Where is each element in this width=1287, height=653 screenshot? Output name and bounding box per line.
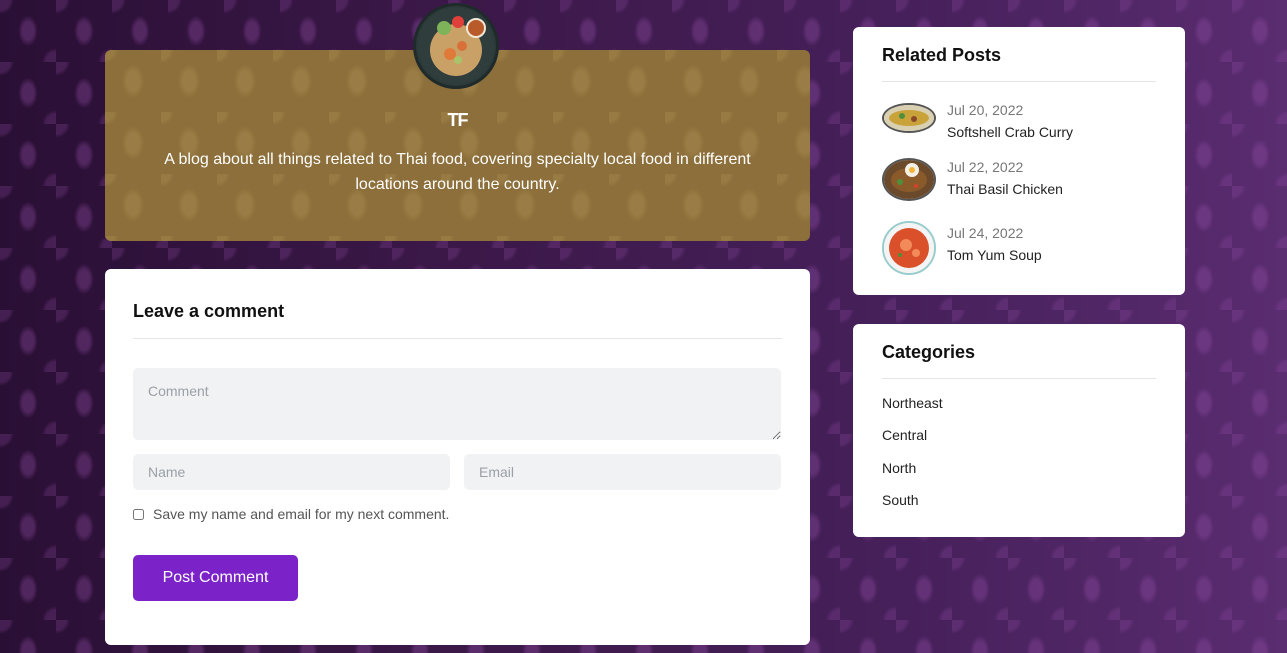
author-bio: A blog about all things related to Thai … <box>164 151 751 193</box>
post-title[interactable]: Softshell Crab Curry <box>947 123 1073 141</box>
comment-textarea[interactable] <box>133 368 781 440</box>
save-info-checkbox[interactable] <box>133 508 144 520</box>
related-post-item[interactable]: Jul 24, 2022 Tom Yum Soup <box>882 221 1042 275</box>
divider <box>133 338 782 339</box>
author-avatar <box>413 3 499 89</box>
post-thumbnail[interactable] <box>882 221 936 275</box>
post-date: Jul 24, 2022 <box>947 225 1024 241</box>
author-card: TF A blog about all things related to Th… <box>105 3 810 241</box>
related-posts-title: Related Posts <box>882 45 1002 65</box>
category-link-northeast[interactable]: Northeast <box>882 395 943 411</box>
basil-chicken-image-icon <box>884 160 934 199</box>
email-input[interactable] <box>464 454 781 490</box>
related-posts-card: Related Posts Jul 20, 2022 Softshell Cra… <box>853 27 1185 295</box>
related-post-item[interactable]: Jul 20, 2022 Softshell Crab Curry <box>882 101 1073 141</box>
comment-form-title: Leave a comment <box>133 301 285 321</box>
categories-card: Categories Northeast Central North South <box>853 324 1185 537</box>
category-link-north[interactable]: North <box>882 460 916 476</box>
post-title[interactable]: Tom Yum Soup <box>947 246 1042 264</box>
author-name: TF <box>447 110 469 130</box>
fried-rice-plate-icon <box>418 8 494 84</box>
post-thumbnail[interactable] <box>882 158 936 201</box>
save-info-label: Save my name and email for my next comme… <box>153 506 450 522</box>
divider <box>882 81 1156 82</box>
post-thumbnail[interactable] <box>882 103 936 133</box>
tom-yum-soup-image-icon <box>884 223 934 273</box>
category-link-central[interactable]: Central <box>882 427 927 443</box>
category-link-south[interactable]: South <box>882 492 919 508</box>
name-input[interactable] <box>133 454 450 490</box>
crab-curry-image-icon <box>884 105 934 131</box>
related-post-item[interactable]: Jul 22, 2022 Thai Basil Chicken <box>882 158 1063 201</box>
post-date: Jul 22, 2022 <box>947 159 1024 175</box>
categories-title: Categories <box>882 342 976 362</box>
post-title[interactable]: Thai Basil Chicken <box>947 180 1063 198</box>
post-comment-button[interactable]: Post Comment <box>133 555 298 601</box>
comment-form-card: Leave a comment Save my name and email f… <box>105 269 810 645</box>
post-date: Jul 20, 2022 <box>947 102 1024 118</box>
save-info-row: Save my name and email for my next comme… <box>133 506 449 522</box>
divider <box>882 378 1156 379</box>
